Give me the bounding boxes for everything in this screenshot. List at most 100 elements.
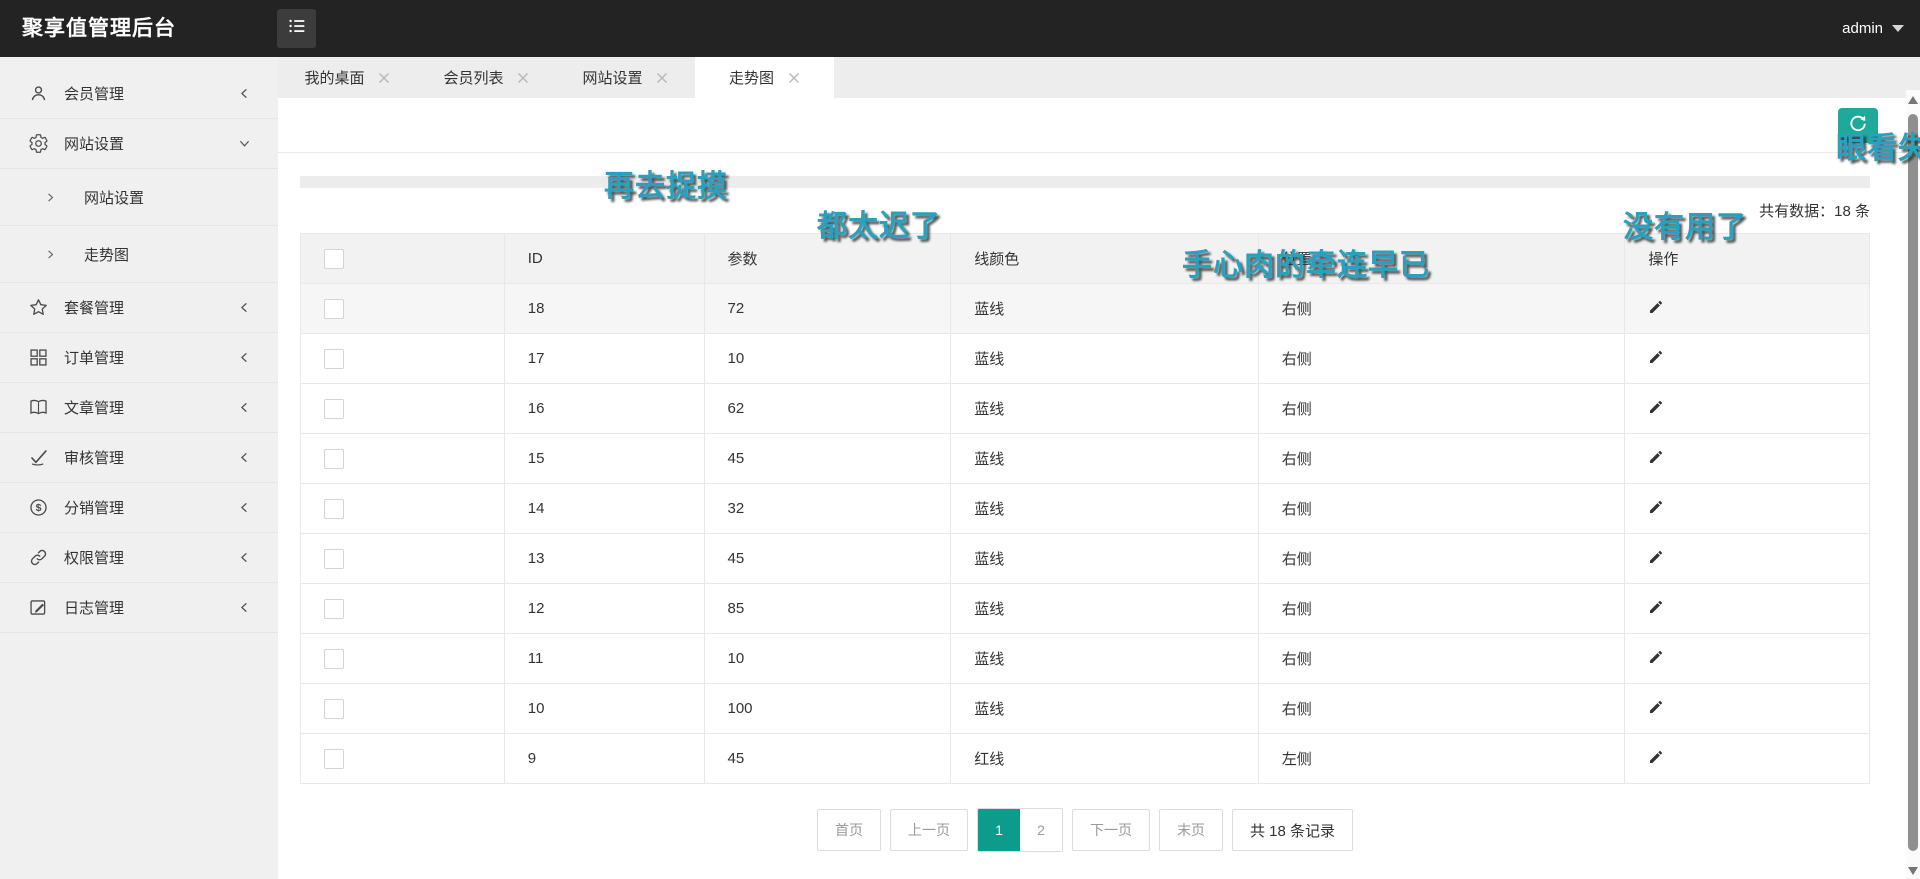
tab-label: 会员列表: [443, 67, 503, 88]
chevron-left-icon: [237, 86, 252, 101]
tab-会员列表[interactable]: 会员列表: [417, 57, 556, 98]
cell-position: 右侧: [1259, 484, 1626, 533]
cell-param: 85: [705, 584, 952, 633]
username: admin: [1842, 20, 1883, 37]
book-icon: [28, 397, 49, 418]
cell-line_color: 红线: [951, 734, 1259, 783]
user-menu[interactable]: admin: [1842, 0, 1904, 57]
pagination-prev-button[interactable]: 上一页: [890, 809, 968, 851]
sidebar: 会员管理网站设置网站设置走势图套餐管理订单管理文章管理审核管理$分销管理权限管理…: [0, 57, 278, 879]
sidebar-item-label: 权限管理: [64, 547, 237, 568]
refresh-icon: [1847, 113, 1869, 138]
edit-pencil-icon[interactable]: [1648, 749, 1664, 769]
row-checkbox[interactable]: [324, 599, 344, 619]
row-checkbox[interactable]: [324, 699, 344, 719]
tab-网站设置[interactable]: 网站设置: [556, 57, 695, 98]
chevron-left-icon: [237, 350, 252, 365]
row-checkbox[interactable]: [324, 549, 344, 569]
pagination-page-1[interactable]: 1: [978, 809, 1020, 851]
sidebar-item-套餐管理[interactable]: 套餐管理: [0, 283, 278, 333]
row-checkbox[interactable]: [324, 399, 344, 419]
edit-pencil-icon[interactable]: [1648, 649, 1664, 669]
sidebar-item-label: 分销管理: [64, 497, 237, 518]
sidebar-item-网站设置[interactable]: 网站设置: [0, 119, 278, 169]
sidebar-item-走势图[interactable]: 走势图: [0, 226, 278, 283]
cell-param: 45: [705, 434, 952, 483]
cell-actions: [1625, 434, 1869, 483]
cell-line_color: 蓝线: [951, 484, 1259, 533]
sidebar-item-订单管理[interactable]: 订单管理: [0, 333, 278, 383]
tab-label: 我的桌面: [304, 67, 364, 88]
pagination-next-button[interactable]: 下一页: [1072, 809, 1150, 851]
close-icon[interactable]: [378, 71, 391, 84]
log-icon: [28, 597, 49, 618]
table-row: 1545蓝线右侧: [301, 434, 1869, 484]
chevron-left-icon: [237, 600, 252, 615]
cell-line_color: 蓝线: [951, 434, 1259, 483]
cell-param: 45: [705, 734, 952, 783]
gear-icon: [28, 133, 49, 154]
toolbar-placeholder-bar: [300, 176, 1870, 188]
row-checkbox[interactable]: [324, 449, 344, 469]
cell-position: 右侧: [1259, 434, 1626, 483]
svg-text:$: $: [36, 502, 42, 514]
pagination-total-records[interactable]: 共 18 条记录: [1232, 809, 1353, 851]
chevron-left-icon: [237, 400, 252, 415]
sidebar-item-权限管理[interactable]: 权限管理: [0, 533, 278, 583]
sidebar-item-分销管理[interactable]: $ 分销管理: [0, 483, 278, 533]
scrollbar-thumb[interactable]: [1908, 114, 1918, 851]
vertical-scrollbar[interactable]: [1906, 90, 1920, 879]
data-table: ID参数线颜色位置操作1872蓝线右侧1710蓝线右侧1662蓝线右侧1545蓝…: [300, 233, 1870, 784]
edit-pencil-icon[interactable]: [1648, 599, 1664, 619]
cell-position: 右侧: [1259, 334, 1626, 383]
row-checkbox[interactable]: [324, 299, 344, 319]
app-title: 聚享值管理后台: [22, 0, 176, 57]
pagination-first-button[interactable]: 首页: [817, 809, 881, 851]
row-checkbox-cell: [301, 634, 505, 683]
row-checkbox-cell: [301, 534, 505, 583]
sidebar-item-label: 套餐管理: [64, 297, 237, 318]
sidebar-item-网站设置[interactable]: 网站设置: [0, 169, 278, 226]
pagination: 首页上一页12下一页末页共 18 条记录: [300, 808, 1870, 852]
column-header-线颜色: 线颜色: [951, 234, 1259, 283]
cell-position: 右侧: [1259, 684, 1626, 733]
row-checkbox[interactable]: [324, 649, 344, 669]
sidebar-item-审核管理[interactable]: 审核管理: [0, 433, 278, 483]
refresh-button[interactable]: [1838, 108, 1878, 143]
row-checkbox[interactable]: [324, 499, 344, 519]
cell-param: 10: [705, 634, 952, 683]
edit-pencil-icon[interactable]: [1648, 299, 1664, 319]
close-icon[interactable]: [656, 71, 669, 84]
edit-pencil-icon[interactable]: [1648, 699, 1664, 719]
sidebar-item-日志管理[interactable]: 日志管理: [0, 583, 278, 633]
edit-pencil-icon[interactable]: [1648, 399, 1664, 419]
sidebar-item-label: 网站设置: [84, 187, 252, 208]
pagination-page-2[interactable]: 2: [1020, 809, 1062, 851]
tab-label: 走势图: [729, 67, 774, 88]
sidebar-item-文章管理[interactable]: 文章管理: [0, 383, 278, 433]
edit-pencil-icon[interactable]: [1648, 449, 1664, 469]
cell-id: 9: [505, 734, 705, 783]
tab-我的桌面[interactable]: 我的桌面: [278, 57, 417, 98]
pagination-last-button[interactable]: 末页: [1159, 809, 1223, 851]
close-icon[interactable]: [517, 71, 530, 84]
tab-走势图[interactable]: 走势图: [695, 57, 834, 98]
row-checkbox-cell: [301, 584, 505, 633]
sidebar-item-会员管理[interactable]: 会员管理: [0, 69, 278, 119]
scroll-down-icon[interactable]: [1908, 867, 1918, 875]
edit-pencil-icon[interactable]: [1648, 349, 1664, 369]
audit-icon: [28, 447, 49, 468]
cell-id: 14: [505, 484, 705, 533]
edit-pencil-icon[interactable]: [1648, 549, 1664, 569]
cell-param: 62: [705, 384, 952, 433]
edit-pencil-icon[interactable]: [1648, 499, 1664, 519]
select-all-checkbox[interactable]: [324, 249, 344, 269]
sidebar-toggle-button[interactable]: [277, 9, 316, 48]
row-checkbox[interactable]: [324, 349, 344, 369]
user-icon: [28, 83, 49, 104]
close-icon[interactable]: [787, 71, 800, 84]
cell-line_color: 蓝线: [951, 634, 1259, 683]
scroll-up-icon[interactable]: [1908, 96, 1918, 104]
cell-actions: [1625, 484, 1869, 533]
row-checkbox[interactable]: [324, 749, 344, 769]
